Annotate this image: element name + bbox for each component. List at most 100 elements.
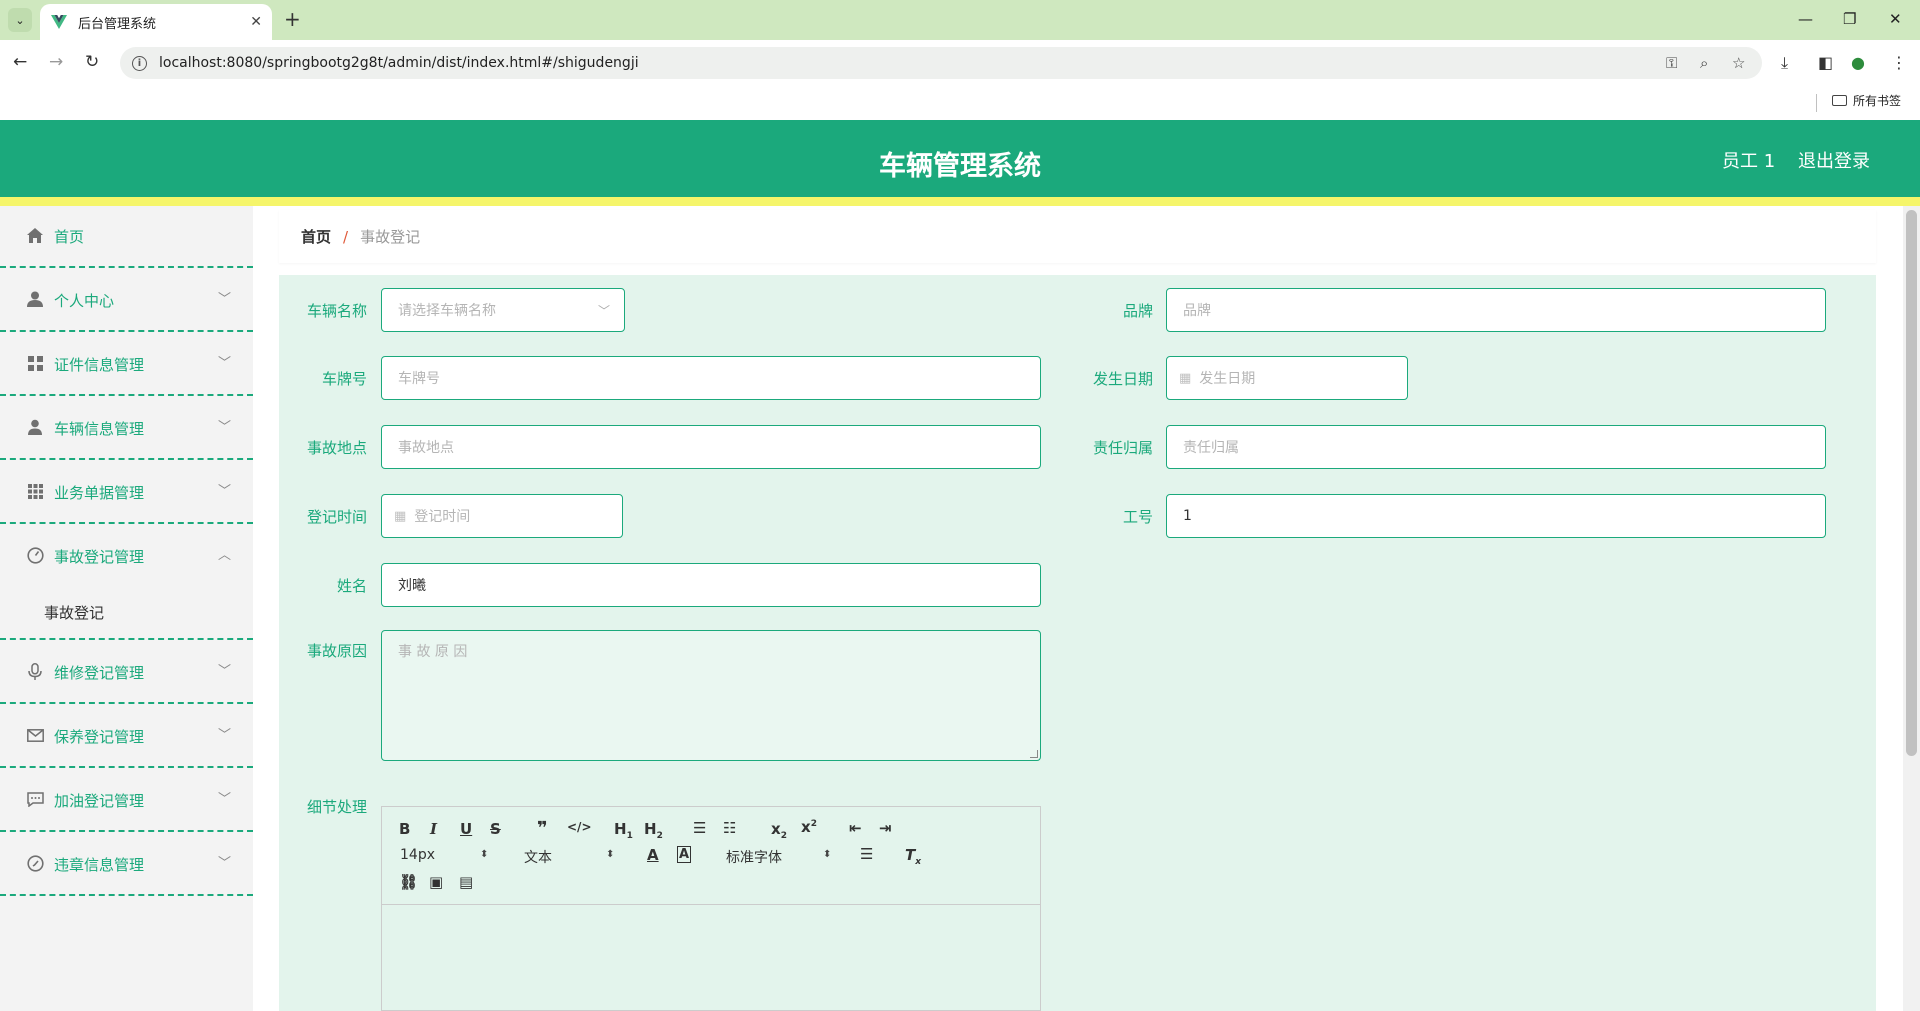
indent-icon[interactable]: ⇥ xyxy=(879,819,892,837)
zoom-icon[interactable]: ⌕ xyxy=(1700,54,1708,72)
home-icon xyxy=(26,226,44,244)
close-window-icon[interactable]: ✕ xyxy=(1889,10,1902,28)
heading2-icon[interactable]: H2 xyxy=(644,820,663,841)
chevron-down-icon: ﹀ xyxy=(218,420,232,435)
back-icon[interactable]: ← xyxy=(13,52,27,72)
align-icon[interactable]: ☰ xyxy=(860,845,873,863)
user-icon xyxy=(26,290,44,308)
sidebar-item-label: 保养登记管理 xyxy=(54,728,145,746)
bullet-list-icon[interactable]: ☷ xyxy=(723,819,736,837)
address-bar[interactable]: i localhost:8080/springbootg2g8t/admin/d… xyxy=(120,47,1762,79)
link-icon[interactable]: ⛓ xyxy=(399,873,418,891)
sidebar-item-documents[interactable]: 业务单据管理 ﹀ xyxy=(0,462,253,524)
vehicle-name-select[interactable]: 请选择车辆名称 ﹀ xyxy=(381,288,625,332)
apps-icon xyxy=(26,482,44,500)
bookmark-star-icon[interactable]: ☆ xyxy=(1732,54,1745,72)
site-info-icon[interactable]: i xyxy=(132,55,147,71)
italic-icon[interactable]: I xyxy=(430,820,437,838)
clear-format-icon[interactable]: Tx xyxy=(905,846,921,867)
tab-close-icon[interactable]: ✕ xyxy=(250,14,262,30)
background-color-icon[interactable]: A xyxy=(677,846,692,863)
side-panel-icon[interactable]: ◧ xyxy=(1818,53,1833,72)
responsibility-input[interactable]: 责任归属 xyxy=(1166,425,1826,469)
bold-icon[interactable]: B xyxy=(399,820,410,838)
register-time-placeholder: 登记时间 xyxy=(414,509,471,525)
new-tab-button[interactable]: + xyxy=(284,9,301,29)
reason-textarea[interactable]: 事 故 原 因 xyxy=(381,630,1041,761)
font-family-value: 标准字体 xyxy=(726,850,782,866)
grid-icon xyxy=(26,354,44,372)
minimize-icon[interactable]: — xyxy=(1798,10,1813,28)
profile-avatar-icon[interactable]: ● xyxy=(1851,53,1865,72)
sidebar-item-label: 个人中心 xyxy=(54,292,115,310)
reload-icon[interactable]: ↻ xyxy=(85,52,99,72)
sidebar-item-violation[interactable]: 违章信息管理 ﹀ xyxy=(0,834,253,896)
vehicle-name-label: 车辆名称 xyxy=(306,302,367,320)
employee-no-input[interactable]: 1 xyxy=(1166,494,1826,538)
chevron-down-icon: ﹀ xyxy=(597,304,610,318)
text-color-icon[interactable]: A xyxy=(647,846,659,864)
updown-icon: ⬍ xyxy=(823,849,832,860)
sidebar-item-certificates[interactable]: 证件信息管理 ﹀ xyxy=(0,334,253,396)
sidebar-item-vehicles[interactable]: 车辆信息管理 ﹀ xyxy=(0,398,253,460)
sidebar-item-home[interactable]: 首页 xyxy=(0,206,253,268)
sidebar-item-repair[interactable]: 维修登记管理 ﹀ xyxy=(0,642,253,704)
superscript-icon[interactable]: x2 xyxy=(801,818,817,836)
sidebar-item-label: 维修登记管理 xyxy=(54,664,145,682)
submenu-item-accident-register[interactable]: 事故登记 xyxy=(0,584,253,640)
format-select[interactable]: 文本 ⬍ xyxy=(524,847,614,867)
restore-icon[interactable]: ❐ xyxy=(1843,10,1856,28)
underline-icon[interactable]: U xyxy=(460,820,472,838)
ordered-list-icon[interactable]: ☰ xyxy=(693,819,706,837)
name-input[interactable]: 刘曦 xyxy=(381,563,1041,607)
sidebar-item-label: 证件信息管理 xyxy=(54,356,145,374)
sidebar-item-accident[interactable]: 事故登记管理 ︿ xyxy=(0,526,253,584)
sidebar-item-fuel[interactable]: 加油登记管理 ﹀ xyxy=(0,770,253,832)
calendar-icon: ▦ xyxy=(394,508,407,524)
code-block-icon[interactable]: </> xyxy=(567,820,592,834)
image-icon[interactable]: ▣ xyxy=(429,873,443,891)
plate-input[interactable]: 车牌号 xyxy=(381,356,1041,400)
font-size-value: 14px xyxy=(400,847,435,863)
scrollbar-thumb[interactable] xyxy=(1906,210,1917,756)
browser-menu-icon[interactable]: ⋮ xyxy=(1891,53,1907,72)
register-time-label: 登记时间 xyxy=(306,508,367,526)
forward-icon[interactable]: → xyxy=(49,52,63,72)
name-value: 刘曦 xyxy=(398,578,426,594)
brand-input[interactable]: 品牌 xyxy=(1166,288,1826,332)
download-icon[interactable]: ⤓ xyxy=(1781,53,1788,73)
date-picker[interactable]: ▦ 发生日期 xyxy=(1166,356,1408,400)
breadcrumb-current: 事故登记 xyxy=(360,228,421,246)
chevron-down-icon: ﹀ xyxy=(218,664,232,679)
video-icon[interactable]: ▤ xyxy=(459,873,473,891)
url-text[interactable]: localhost:8080/springbootg2g8t/admin/dis… xyxy=(159,55,639,71)
sidebar-item-personal[interactable]: 个人中心 ﹀ xyxy=(0,270,253,332)
resize-handle[interactable] xyxy=(1030,750,1038,758)
blockquote-icon[interactable]: ❞ xyxy=(537,818,548,839)
sidebar-item-label: 事故登记管理 xyxy=(54,548,145,566)
register-time-picker[interactable]: ▦ 登记时间 xyxy=(381,494,623,538)
reason-placeholder: 事 故 原 因 xyxy=(398,644,468,660)
subscript-icon[interactable]: x2 xyxy=(771,820,787,841)
vue-favicon-icon xyxy=(50,13,68,31)
logout-button[interactable]: 退出登录 xyxy=(1798,147,1870,173)
sidebar-item-maintenance[interactable]: 保养登记管理 ﹀ xyxy=(0,706,253,768)
responsibility-label: 责任归属 xyxy=(1092,439,1153,457)
breadcrumb: 首页 / 事故登记 xyxy=(279,210,1876,263)
strikethrough-icon[interactable]: S xyxy=(490,820,501,838)
location-input[interactable]: 事故地点 xyxy=(381,425,1041,469)
font-family-select[interactable]: 标准字体 ⬍ xyxy=(726,847,836,867)
tab-search-button[interactable]: ⌄ xyxy=(8,8,32,32)
outdent-icon[interactable]: ⇤ xyxy=(849,819,862,837)
all-bookmarks-button[interactable]: 所有书签 xyxy=(1832,92,1901,109)
chevron-down-icon: ﹀ xyxy=(218,792,232,807)
updown-icon: ⬍ xyxy=(606,849,615,860)
breadcrumb-home[interactable]: 首页 xyxy=(301,226,331,247)
font-size-select[interactable]: 14px ⬍ xyxy=(400,847,490,863)
password-key-icon[interactable]: ⚿ xyxy=(1666,54,1677,72)
date-placeholder: 发生日期 xyxy=(1199,371,1256,387)
chat-icon xyxy=(26,790,44,808)
heading1-icon[interactable]: H1 xyxy=(614,820,633,841)
browser-tab[interactable]: 后台管理系统 ✕ xyxy=(40,4,272,40)
bookmarks-bar xyxy=(0,86,1920,120)
